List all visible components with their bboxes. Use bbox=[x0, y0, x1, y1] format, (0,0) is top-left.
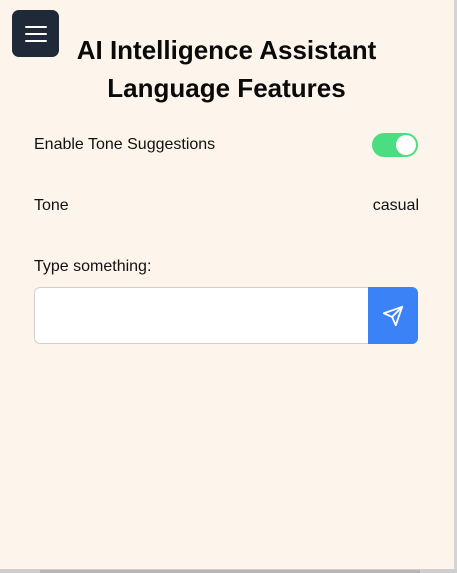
page-title: AI Intelligence Assistant Language Featu… bbox=[76, 35, 377, 103]
tone-value: casual bbox=[372, 197, 419, 214]
tone-label: Tone bbox=[34, 197, 69, 214]
tone-suggestions-label: Enable Tone Suggestions bbox=[34, 136, 216, 153]
message-input[interactable] bbox=[34, 287, 368, 344]
send-icon bbox=[382, 305, 404, 326]
toggle-knob bbox=[396, 135, 416, 155]
send-button[interactable] bbox=[368, 287, 418, 344]
horizontal-scrollbar[interactable] bbox=[0, 569, 457, 573]
menu-button[interactable] bbox=[12, 10, 59, 57]
tone-suggestions-toggle[interactable] bbox=[372, 133, 418, 157]
message-composer bbox=[34, 287, 418, 344]
hamburger-menu-icon bbox=[24, 25, 47, 42]
message-input-label: Type something: bbox=[34, 258, 152, 275]
